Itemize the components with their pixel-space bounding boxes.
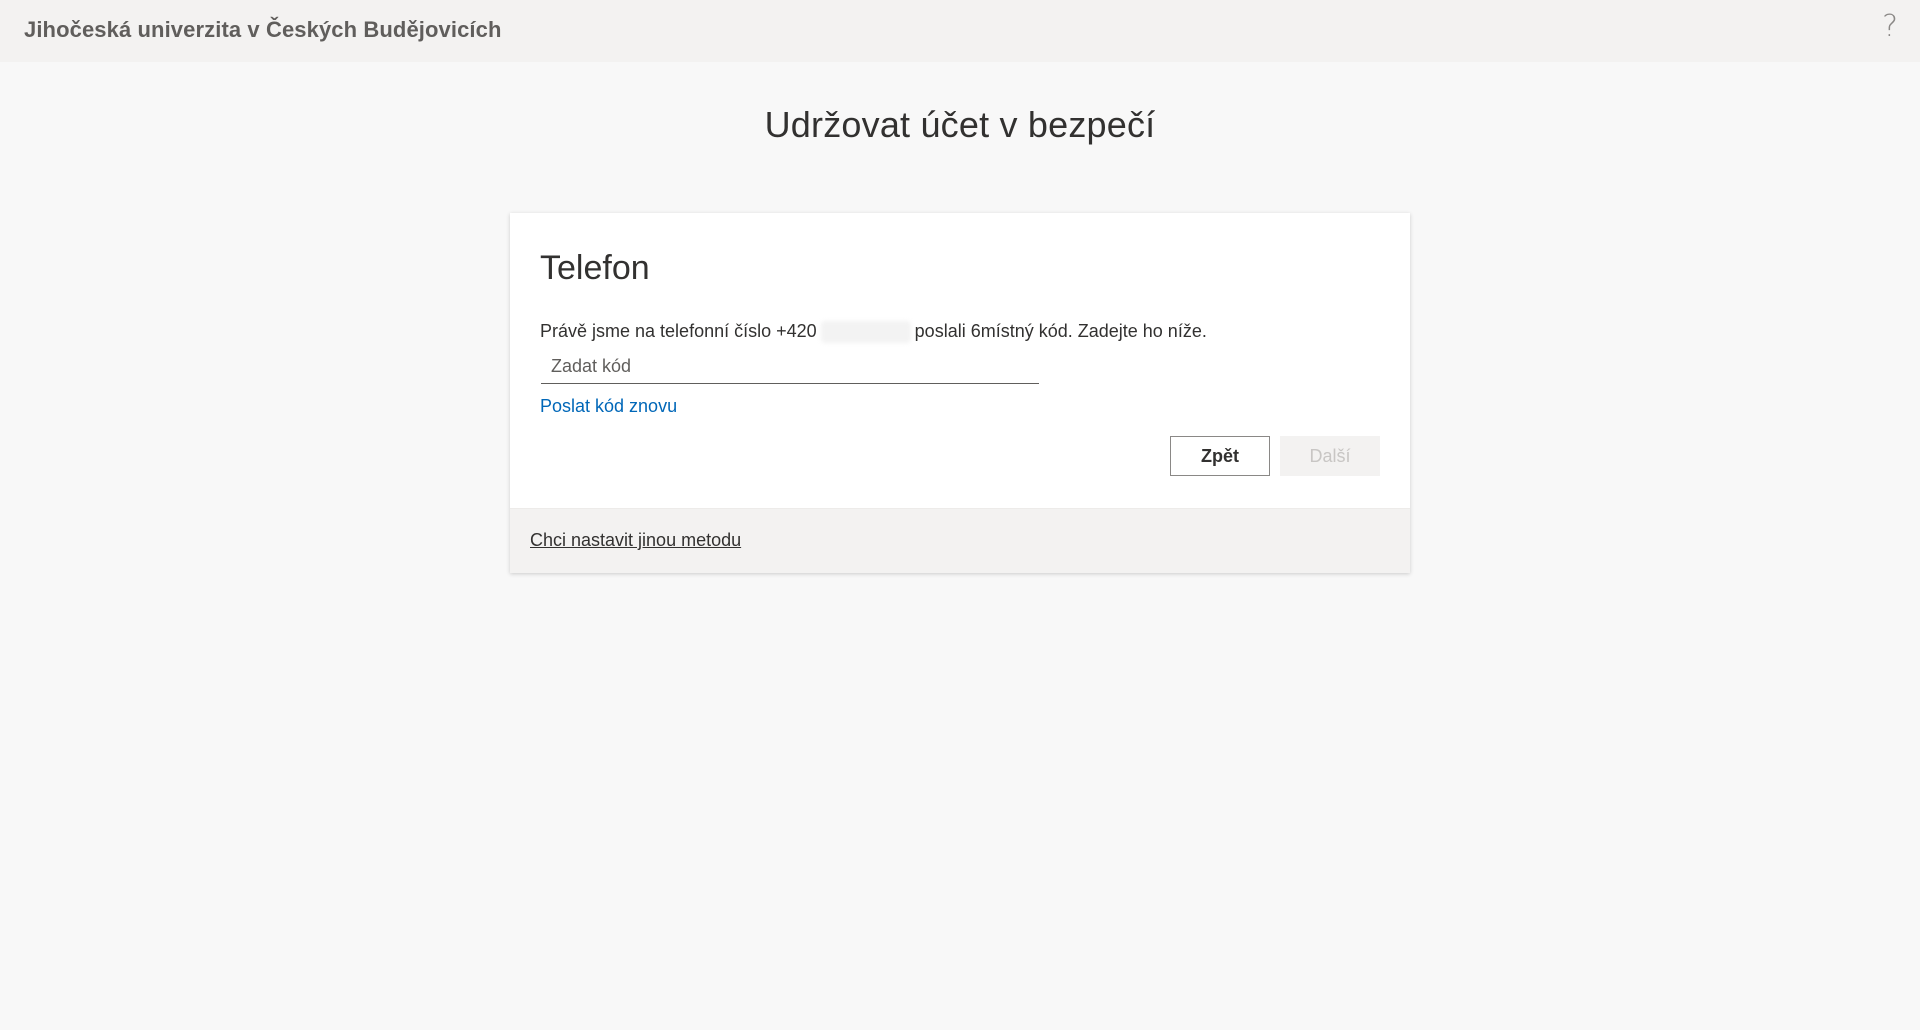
redacted-phone-number	[820, 321, 911, 344]
instruction-text: Právě jsme na telefonní číslo +420 poslal…	[540, 321, 1207, 344]
alternate-method-link[interactable]: Chci nastavit jinou metodu	[530, 530, 741, 551]
method-title: Telefon	[540, 249, 650, 287]
organization-name: Jihočeská univerzita v Českých Budějovic…	[24, 17, 502, 42]
back-button[interactable]: Zpět	[1170, 436, 1270, 476]
instruction-before: Právě jsme na telefonní číslo +420	[540, 321, 817, 341]
card-body: Telefon Právě jsme na telefonní číslo +4…	[510, 213, 1410, 508]
page-title: Udržovat účet v bezpečí	[764, 104, 1156, 145]
help-icon[interactable]: ?	[1882, 12, 1898, 42]
verification-code-input[interactable]	[541, 350, 1039, 384]
instruction-after: poslali 6místný kód. Zadejte ho níže.	[914, 321, 1207, 341]
resend-code-link[interactable]: Poslat kód znovu	[540, 396, 677, 417]
verification-card: Telefon Právě jsme na telefonní číslo +4…	[510, 213, 1410, 573]
card-footer: Chci nastavit jinou metodu	[510, 508, 1410, 573]
next-button[interactable]: Další	[1280, 436, 1380, 476]
top-header: Jihočeská univerzita v Českých Budějovic…	[0, 0, 1920, 62]
